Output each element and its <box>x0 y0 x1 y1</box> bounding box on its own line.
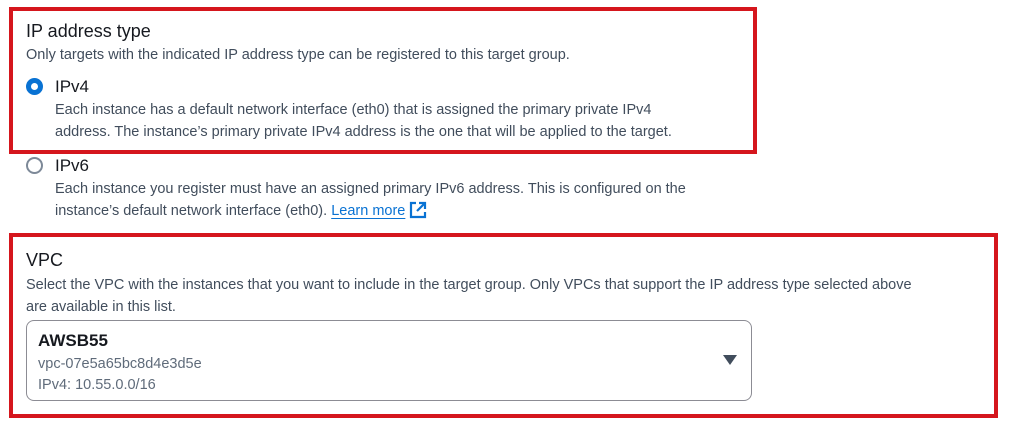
vpc-select-id: vpc-07e5a65bc8d4e3d5e <box>38 356 202 372</box>
learn-more-link[interactable]: Learn more <box>331 203 405 219</box>
vpc-select-cidr: IPv4: 10.55.0.0/16 <box>38 377 156 393</box>
vpc-label: VPC <box>26 250 64 270</box>
ipv4-option-description: Each instance has a default network inte… <box>55 102 672 140</box>
ip-address-type-description: Only targets with the indicated IP addre… <box>26 47 570 63</box>
caret-down-icon[interactable] <box>723 355 737 365</box>
vpc-description: Select the VPC with the instances that y… <box>26 277 912 315</box>
ip-address-type-label: IP address type <box>26 21 151 41</box>
ipv6-option-label[interactable]: IPv6 <box>55 156 89 176</box>
ipv6-radio[interactable] <box>26 157 43 174</box>
ipv4-option-label[interactable]: IPv4 <box>55 77 89 97</box>
vpc-select-name: AWSB55 <box>38 331 108 350</box>
ipv4-radio[interactable] <box>26 78 43 95</box>
ipv6-option-description: Each instance you register must have an … <box>55 178 686 226</box>
vpc-select[interactable]: AWSB55 vpc-07e5a65bc8d4e3d5e IPv4: 10.55… <box>26 320 752 401</box>
external-link-icon[interactable] <box>409 201 427 226</box>
